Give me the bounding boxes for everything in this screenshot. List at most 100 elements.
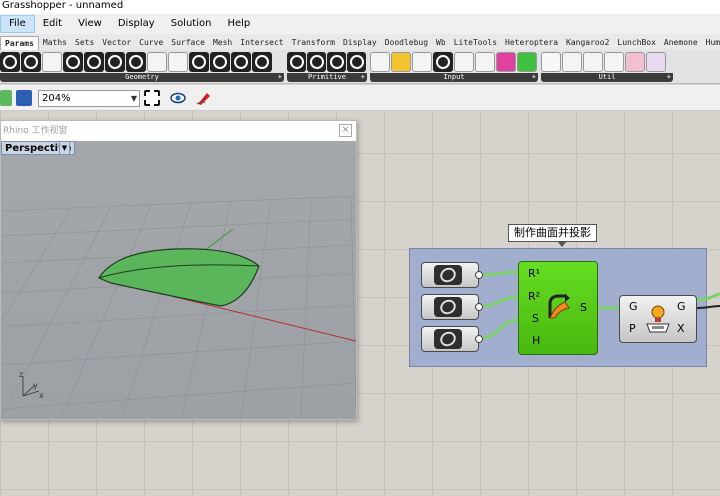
tree-icon[interactable] <box>562 52 582 72</box>
ribbon-group-label[interactable]: Primitive <box>287 73 367 82</box>
tab-mesh[interactable]: Mesh <box>209 36 236 50</box>
curve-param-3[interactable] <box>421 326 483 352</box>
project-component[interactable]: G P G X <box>619 295 697 343</box>
input-r2-label[interactable]: R² <box>528 290 540 303</box>
toggle-icon[interactable] <box>412 52 432 72</box>
menu-display[interactable]: Display <box>110 15 163 33</box>
graph-mapper-icon[interactable] <box>391 52 411 72</box>
tab-params[interactable]: Params <box>0 36 39 50</box>
input-s-label[interactable]: S <box>532 312 539 325</box>
curve-param-2[interactable] <box>421 294 483 320</box>
output-grip[interactable] <box>475 303 483 311</box>
tab-anemone[interactable]: Anemone <box>660 36 702 50</box>
tab-wb[interactable]: Wb <box>432 36 450 50</box>
circle-param-icon[interactable] <box>42 52 62 72</box>
menu-bar: File Edit View Display Solution Help <box>0 14 720 34</box>
perspective-viewport[interactable]: Perspective ▼ z y x <box>1 141 356 419</box>
tab-sets[interactable]: Sets <box>71 36 98 50</box>
tab-curve[interactable]: Curve <box>135 36 167 50</box>
axis-z-label: z <box>19 370 24 379</box>
number-param-icon[interactable] <box>327 52 346 72</box>
input-r1-label[interactable]: R¹ <box>528 267 540 280</box>
window-title: Grasshopper - unnamed <box>0 0 720 14</box>
arrow-outline-icon[interactable] <box>604 52 624 72</box>
project-icon <box>646 305 670 333</box>
input-h-label[interactable]: H <box>532 334 540 347</box>
open-file-icon[interactable] <box>0 90 12 106</box>
tab-intersect[interactable]: Intersect <box>236 36 287 50</box>
menu-solution[interactable]: Solution <box>163 15 220 33</box>
tab-maths[interactable]: Maths <box>39 36 71 50</box>
point-param-icon[interactable] <box>0 52 20 72</box>
sketch-pen-icon[interactable] <box>196 90 212 106</box>
integer-param-icon[interactable] <box>307 52 326 72</box>
curve-param-icon <box>434 329 462 349</box>
tab-litetools[interactable]: LiteTools <box>450 36 501 50</box>
tab-kangaroo2[interactable]: Kangaroo2 <box>562 36 613 50</box>
output-x-label[interactable]: X <box>677 322 685 335</box>
rhino-viewport-window: Rhino 工作视窗 × Perspective ▼ z y x <box>0 120 357 420</box>
viewport-menu-arrow-icon[interactable]: ▼ <box>59 141 70 155</box>
output-s-label[interactable]: S <box>580 301 587 314</box>
chevron-down-icon: ▼ <box>130 94 137 103</box>
zoom-value: 204% <box>42 93 71 104</box>
tab-human[interactable]: Human <box>702 36 720 50</box>
button-icon[interactable] <box>433 52 453 72</box>
mesh-param-icon[interactable] <box>210 52 230 72</box>
line-param-icon[interactable] <box>105 52 125 72</box>
menu-file[interactable]: File <box>0 15 35 33</box>
zoom-extents-icon[interactable] <box>144 90 160 106</box>
ribbon-group-label[interactable]: Util <box>541 73 673 82</box>
axis-x-label: x <box>39 391 44 400</box>
curve-param-icon <box>434 297 462 317</box>
panel-icon[interactable] <box>370 52 390 72</box>
field-param-icon[interactable] <box>252 52 272 72</box>
tab-heteroptera[interactable]: Heteroptera <box>501 36 562 50</box>
input-p-label[interactable]: P <box>629 322 636 335</box>
box-param-icon[interactable] <box>168 52 188 72</box>
output-grip[interactable] <box>475 271 483 279</box>
brep-param-icon[interactable] <box>189 52 209 72</box>
surface-param-icon[interactable] <box>231 52 251 72</box>
sweep-icon <box>548 294 570 319</box>
ribbon-group-input: Input <box>370 52 538 82</box>
output-g-label[interactable]: G <box>677 300 686 313</box>
tab-display[interactable]: Display <box>339 36 381 50</box>
molecule-icon[interactable] <box>625 52 645 72</box>
sweep-surface-component[interactable]: R¹ R² S H S <box>518 261 598 355</box>
menu-view[interactable]: View <box>70 15 110 33</box>
tab-doodlebug[interactable]: Doodlebug <box>381 36 432 50</box>
colour-swatch-icon[interactable] <box>517 52 537 72</box>
plane-param-icon[interactable] <box>126 52 146 72</box>
close-icon[interactable]: × <box>339 124 352 137</box>
curve-param-icon <box>434 265 462 285</box>
tab-surface[interactable]: Surface <box>167 36 209 50</box>
menu-help[interactable]: Help <box>219 15 258 33</box>
ribbon-group-label[interactable]: Geometry <box>0 73 284 82</box>
curve-param-1[interactable] <box>421 262 483 288</box>
group-name-tag[interactable]: 制作曲面并投影 <box>508 224 597 247</box>
boolean-param-icon[interactable] <box>287 52 306 72</box>
vector-param-icon[interactable] <box>21 52 41 72</box>
ribbon-group-label[interactable]: Input <box>370 73 538 82</box>
value-list-icon[interactable] <box>475 52 495 72</box>
save-icon[interactable] <box>16 90 32 106</box>
text-param-icon[interactable] <box>347 52 366 72</box>
tab-transform[interactable]: Transform <box>288 36 339 50</box>
slider-icon[interactable] <box>454 52 474 72</box>
zoom-dropdown[interactable]: 204% ▼ <box>38 90 140 107</box>
rectangle-param-icon[interactable] <box>147 52 167 72</box>
input-g-label[interactable]: G <box>629 300 638 313</box>
tab-vector[interactable]: Vector <box>98 36 135 50</box>
gradient-icon[interactable] <box>496 52 516 72</box>
tab-lunchbox[interactable]: LunchBox <box>613 36 660 50</box>
preview-eye-icon[interactable] <box>170 90 186 106</box>
arc-param-icon[interactable] <box>63 52 83 72</box>
flask-icon[interactable] <box>646 52 666 72</box>
component-tab-bar: Params Maths Sets Vector Curve Surface M… <box>0 34 720 50</box>
curve-param-icon[interactable] <box>84 52 104 72</box>
arrow-right-icon[interactable] <box>583 52 603 72</box>
output-grip[interactable] <box>475 335 483 343</box>
menu-edit[interactable]: Edit <box>35 15 70 33</box>
cherry-icon[interactable] <box>541 52 561 72</box>
